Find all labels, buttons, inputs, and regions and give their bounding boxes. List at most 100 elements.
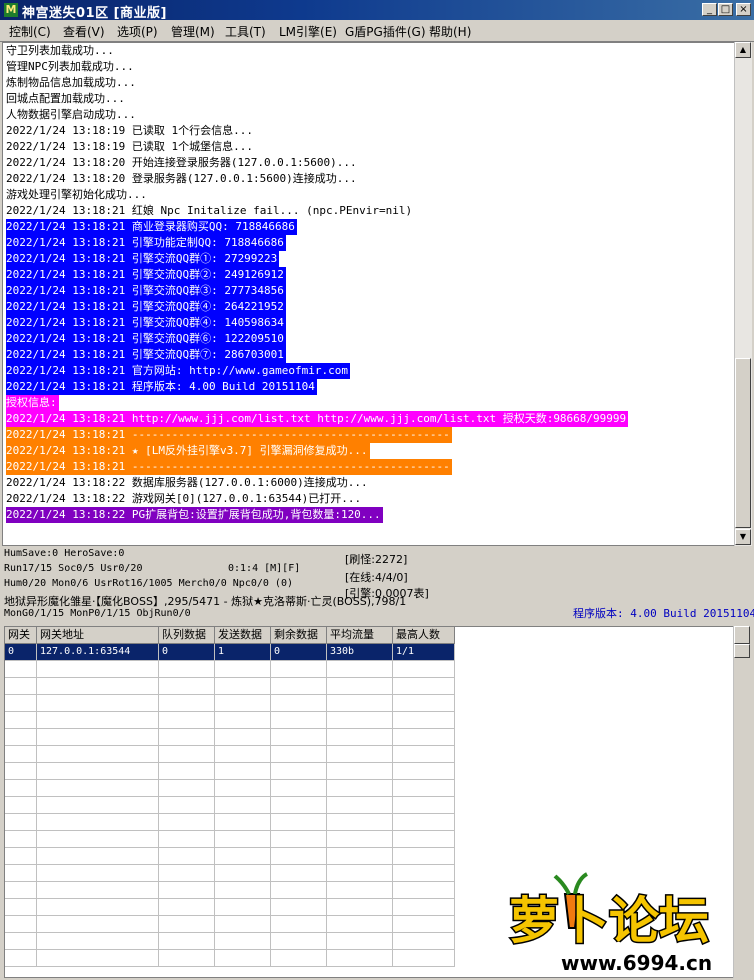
grid-empty-cell[interactable]: [5, 712, 37, 729]
grid-empty-cell[interactable]: [159, 933, 215, 950]
grid-empty-cell[interactable]: [37, 916, 159, 933]
grid-empty-cell[interactable]: [5, 729, 37, 746]
menu-options[interactable]: 选项(P): [117, 23, 158, 40]
grid-empty-cell[interactable]: [5, 848, 37, 865]
grid-empty-cell[interactable]: [159, 848, 215, 865]
grid-empty-cell[interactable]: [393, 678, 455, 695]
grid-empty-cell[interactable]: [159, 712, 215, 729]
menu-help[interactable]: 帮助(H): [429, 23, 471, 40]
grid-empty-cell[interactable]: [393, 831, 455, 848]
grid-empty-cell[interactable]: [327, 695, 393, 712]
grid-cell[interactable]: 1: [215, 644, 271, 661]
grid-empty-cell[interactable]: [159, 695, 215, 712]
title-bar[interactable]: M 神宫迷失01区 [商业版] _ □ ×: [0, 0, 754, 21]
grid-empty-cell[interactable]: [327, 882, 393, 899]
menu-gdun-plugin[interactable]: G盾PG插件(G): [345, 23, 426, 40]
grid-empty-cell[interactable]: [393, 848, 455, 865]
grid-empty-cell[interactable]: [37, 661, 159, 678]
grid-empty-cell[interactable]: [215, 882, 271, 899]
minimize-button[interactable]: _: [702, 3, 717, 16]
grid-empty-cell[interactable]: [159, 780, 215, 797]
grid-cell[interactable]: 127.0.0.1:63544: [37, 644, 159, 661]
grid-empty-cell[interactable]: [159, 865, 215, 882]
scroll-up-button[interactable]: ▲: [735, 42, 751, 58]
grid-empty-cell[interactable]: [37, 746, 159, 763]
grid-empty-cell[interactable]: [327, 797, 393, 814]
grid-empty-cell[interactable]: [5, 882, 37, 899]
grid-empty-cell[interactable]: [393, 814, 455, 831]
grid-cell[interactable]: 330b: [327, 644, 393, 661]
grid-empty-cell[interactable]: [159, 814, 215, 831]
grid-empty-cell[interactable]: [271, 899, 327, 916]
grid-empty-cell[interactable]: [159, 950, 215, 967]
grid-empty-cell[interactable]: [271, 933, 327, 950]
grid-empty-cell[interactable]: [327, 814, 393, 831]
grid-empty-cell[interactable]: [37, 763, 159, 780]
scroll-down-button[interactable]: ▼: [735, 529, 751, 545]
grid-header-2[interactable]: 队列数据: [159, 627, 215, 644]
grid-empty-cell[interactable]: [37, 797, 159, 814]
grid-empty-cell[interactable]: [393, 695, 455, 712]
grid-empty-cell[interactable]: [159, 763, 215, 780]
grid-empty-cell[interactable]: [393, 797, 455, 814]
grid-empty-cell[interactable]: [215, 899, 271, 916]
grid-empty-cell[interactable]: [393, 746, 455, 763]
grid-empty-cell[interactable]: [37, 678, 159, 695]
grid-empty-cell[interactable]: [327, 678, 393, 695]
grid-empty-cell[interactable]: [37, 695, 159, 712]
log-output[interactable]: 守卫列表加载成功... 管理NPC列表加载成功... 炼制物品信息加载成功... 回城…: [2, 42, 735, 546]
grid-empty-cell[interactable]: [327, 746, 393, 763]
grid-empty-cell[interactable]: [215, 814, 271, 831]
grid-empty-cell[interactable]: [159, 661, 215, 678]
grid-empty-cell[interactable]: [327, 848, 393, 865]
grid-empty-cell[interactable]: [393, 661, 455, 678]
grid-empty-cell[interactable]: [37, 814, 159, 831]
grid-cell[interactable]: 0: [271, 644, 327, 661]
grid-empty-cell[interactable]: [215, 678, 271, 695]
grid-empty-cell[interactable]: [271, 695, 327, 712]
grid-empty-cell[interactable]: [5, 831, 37, 848]
grid-empty-cell[interactable]: [393, 729, 455, 746]
grid-empty-cell[interactable]: [215, 933, 271, 950]
scroll-thumb[interactable]: [735, 358, 751, 528]
grid-empty-cell[interactable]: [327, 661, 393, 678]
grid-empty-cell[interactable]: [271, 763, 327, 780]
grid-empty-cell[interactable]: [159, 746, 215, 763]
grid-header-5[interactable]: 平均流量: [327, 627, 393, 644]
maximize-button[interactable]: □: [718, 3, 733, 16]
menu-control[interactable]: 控制(C): [9, 23, 51, 40]
grid-empty-cell[interactable]: [5, 814, 37, 831]
grid-empty-cell[interactable]: [327, 933, 393, 950]
grid-empty-cell[interactable]: [271, 950, 327, 967]
grid-empty-cell[interactable]: [393, 899, 455, 916]
grid-empty-cell[interactable]: [159, 899, 215, 916]
grid-cell[interactable]: 0: [5, 644, 37, 661]
grid-empty-cell[interactable]: [393, 950, 455, 967]
grid-empty-cell[interactable]: [271, 712, 327, 729]
grid-empty-cell[interactable]: [37, 848, 159, 865]
grid-header-4[interactable]: 剩余数据: [271, 627, 327, 644]
grid-empty-cell[interactable]: [393, 882, 455, 899]
grid-empty-cell[interactable]: [271, 916, 327, 933]
grid-empty-cell[interactable]: [215, 865, 271, 882]
grid-empty-cell[interactable]: [215, 780, 271, 797]
grid-empty-cell[interactable]: [271, 882, 327, 899]
grid-empty-cell[interactable]: [327, 865, 393, 882]
grid-empty-cell[interactable]: [271, 729, 327, 746]
grid-empty-cell[interactable]: [327, 729, 393, 746]
grid-cell[interactable]: 1/1: [393, 644, 455, 661]
grid-empty-cell[interactable]: [393, 916, 455, 933]
grid-header-0[interactable]: 网关: [5, 627, 37, 644]
grid-empty-cell[interactable]: [327, 899, 393, 916]
grid-empty-cell[interactable]: [271, 661, 327, 678]
log-scrollbar[interactable]: ▲ ▼: [734, 42, 752, 546]
grid-header-1[interactable]: 网关地址: [37, 627, 159, 644]
grid-empty-cell[interactable]: [393, 933, 455, 950]
grid-empty-cell[interactable]: [327, 763, 393, 780]
grid-empty-cell[interactable]: [271, 814, 327, 831]
grid-empty-cell[interactable]: [159, 916, 215, 933]
grid-empty-cell[interactable]: [215, 848, 271, 865]
grid-empty-cell[interactable]: [327, 916, 393, 933]
grid-empty-cell[interactable]: [215, 950, 271, 967]
grid-empty-cell[interactable]: [215, 831, 271, 848]
